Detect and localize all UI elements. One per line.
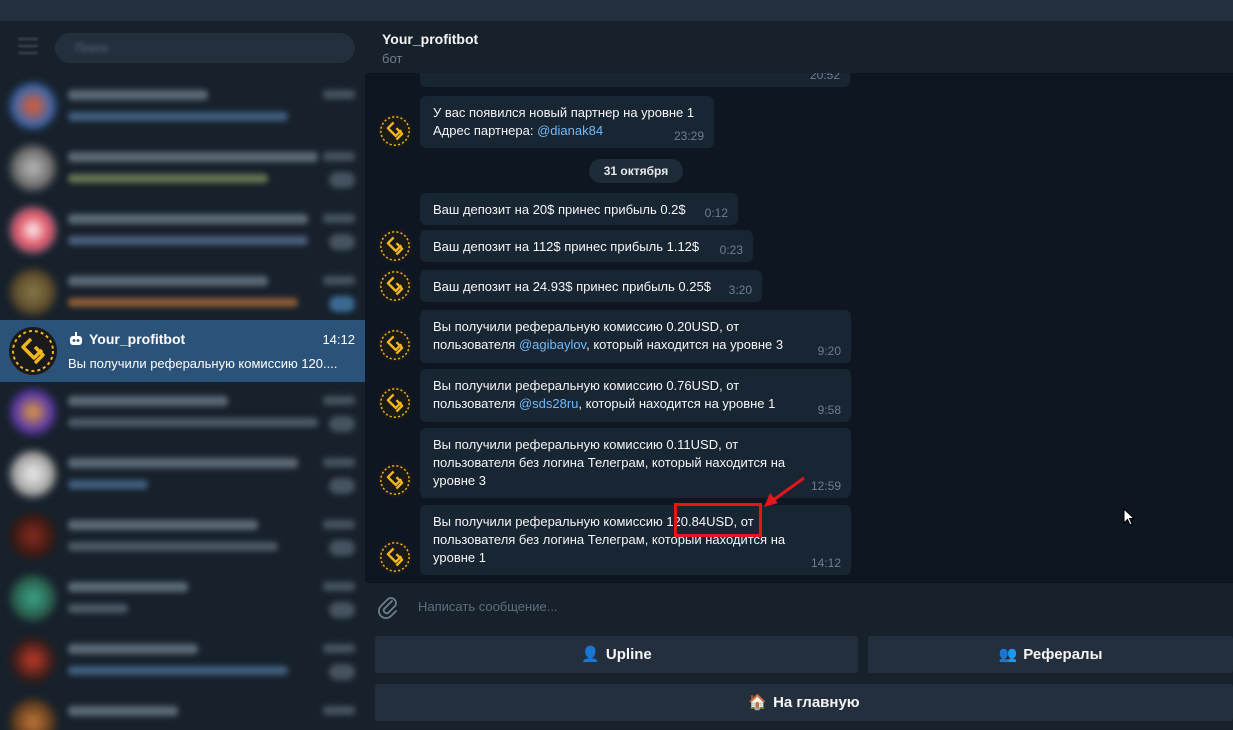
- telegram-window: Поиск Your_profitbot 14:12 Вы получили р…: [0, 0, 1233, 730]
- profitbot-avatar: [9, 327, 57, 375]
- chat-list-item[interactable]: [0, 630, 365, 692]
- avatar: [10, 83, 56, 129]
- message-text: Ваш депозит на 24.93$ принес прибыль 0.2…: [433, 279, 711, 294]
- window-title-bar: [0, 0, 1233, 21]
- chat-list-item[interactable]: [0, 138, 365, 200]
- message-text: пользователя @agibaylov, который находит…: [433, 337, 784, 352]
- chat-list-item[interactable]: [0, 692, 365, 730]
- message-time: 20:52: [809, 73, 840, 82]
- chat-time: 14:12: [322, 332, 355, 347]
- bot-icon: [70, 332, 82, 345]
- chat-list-item[interactable]: [0, 506, 365, 568]
- person-icon: 👤: [581, 646, 600, 663]
- message-text: Ваш депозит на 20$ принес прибыль 0.2$: [433, 202, 686, 217]
- conversation-panel: Your_profitbot бот 20:52 У вас появился …: [365, 21, 1233, 730]
- chat-list-sidebar: Поиск Your_profitbot 14:12 Вы получили р…: [0, 21, 365, 730]
- mouse-cursor-icon: [1123, 508, 1135, 526]
- message-text: Вы получили реферальную комиссию 0.76USD…: [433, 378, 740, 393]
- bot-avatar: [378, 229, 412, 263]
- message-time: 12:59: [810, 479, 841, 493]
- bot-keyboard: 👤 Upline 👥 Рефералы 🏠 На главную: [365, 631, 1233, 730]
- avatar: [10, 451, 56, 497]
- message-text: Вы получили реферальную комиссию 0.11USD…: [433, 437, 739, 452]
- avatar: [10, 575, 56, 621]
- avatar: [10, 637, 56, 683]
- message-bubble[interactable]: Ваш депозит на 24.93$ принес прибыль 0.2…: [420, 270, 762, 302]
- message-text: пользователя @sds28ru, который находится…: [433, 396, 776, 411]
- message-time: 0:23: [719, 243, 743, 257]
- avatar: [10, 207, 56, 253]
- message-bubble[interactable]: 20:52: [420, 73, 850, 87]
- message-time: 3:20: [728, 283, 752, 297]
- username-link[interactable]: @dianak84: [537, 123, 603, 138]
- message-text: пользователя без логина Телеграм, которы…: [433, 532, 786, 547]
- username-link[interactable]: @agibaylov: [519, 337, 586, 352]
- avatar: [10, 269, 56, 315]
- chat-header[interactable]: Your_profitbot бот: [365, 21, 1233, 73]
- bot-avatar: [378, 540, 412, 574]
- message-time: 23:29: [673, 129, 704, 143]
- message-bubble[interactable]: Вы получили реферальную комиссию 0.76USD…: [420, 369, 851, 422]
- search-placeholder: Поиск: [75, 41, 109, 55]
- message-input[interactable]: Написать сообщение...: [418, 599, 558, 614]
- message-bubble[interactable]: У вас появился новый партнер на уровне 1…: [420, 96, 714, 148]
- message-text: Адрес партнера: @dianak84: [433, 123, 604, 138]
- annotation-highlight-box: [674, 503, 762, 537]
- chat-title: Your_profitbot: [382, 31, 479, 47]
- message-text: Ваш депозит на 112$ принес прибыль 1.12$: [433, 239, 700, 254]
- chat-list-item[interactable]: [0, 444, 365, 506]
- chat-subtitle: бот: [382, 51, 403, 66]
- message-time: 0:12: [704, 206, 728, 220]
- people-icon: 👥: [998, 646, 1018, 663]
- message-bubble[interactable]: Ваш депозит на 112$ принес прибыль 1.12$…: [420, 230, 753, 262]
- annotation-arrow-icon: [764, 476, 805, 507]
- bot-avatar: [378, 328, 412, 362]
- avatar: [10, 389, 56, 435]
- message-time: 9:20: [817, 344, 841, 358]
- chat-list-item[interactable]: [0, 76, 365, 138]
- hamburger-menu-icon[interactable]: [18, 38, 38, 58]
- message-bubble[interactable]: Ваш депозит на 20$ принес прибыль 0.2$ 0…: [420, 193, 738, 225]
- bot-avatar: [378, 386, 412, 420]
- bot-avatar: [378, 114, 412, 148]
- message-bubble[interactable]: Вы получили реферальную комиссию 0.20USD…: [420, 310, 851, 363]
- chat-list-item-active[interactable]: Your_profitbot 14:12 Вы получили реферал…: [0, 320, 365, 382]
- username-link[interactable]: @sds28ru: [519, 396, 578, 411]
- upline-button[interactable]: 👤 Upline: [375, 636, 858, 673]
- chat-list-item[interactable]: [0, 200, 365, 262]
- avatar: [10, 513, 56, 559]
- house-icon: 🏠: [748, 694, 768, 711]
- message-list[interactable]: 20:52 У вас появился новый партнер на ур…: [365, 73, 1233, 583]
- chat-list-item[interactable]: [0, 382, 365, 444]
- home-button[interactable]: 🏠 На главную: [375, 684, 1233, 721]
- message-text: Вы получили реферальную комиссию 120.84U…: [433, 514, 754, 529]
- bot-avatar: [378, 463, 412, 497]
- chat-list-item[interactable]: [0, 568, 365, 630]
- search-input[interactable]: Поиск: [55, 33, 355, 63]
- avatar: [10, 145, 56, 191]
- message-time: 9:58: [817, 403, 841, 417]
- chat-preview: Вы получили реферальную комиссию 120....: [68, 356, 338, 371]
- chat-list-item[interactable]: [0, 262, 365, 324]
- date-separator: 31 октября: [589, 159, 683, 183]
- message-bubble[interactable]: Вы получили реферальную комиссию 120.84U…: [420, 505, 851, 575]
- paperclip-icon[interactable]: [376, 595, 400, 619]
- message-text: пользователя без логина Телеграм, которы…: [433, 455, 786, 470]
- message-text: Вы получили реферальную комиссию 0.20USD…: [433, 319, 740, 334]
- sidebar-header: Поиск: [0, 21, 365, 76]
- referrals-button[interactable]: 👥 Рефералы: [868, 636, 1233, 673]
- bot-avatar: [378, 269, 412, 303]
- avatar: [10, 699, 56, 730]
- chat-name: Your_profitbot: [89, 331, 186, 347]
- message-text: уровне 1: [433, 550, 486, 565]
- message-text: У вас появился новый партнер на уровне 1: [433, 105, 695, 120]
- message-composer: Написать сообщение...: [365, 583, 1233, 631]
- message-time: 14:12: [810, 556, 841, 570]
